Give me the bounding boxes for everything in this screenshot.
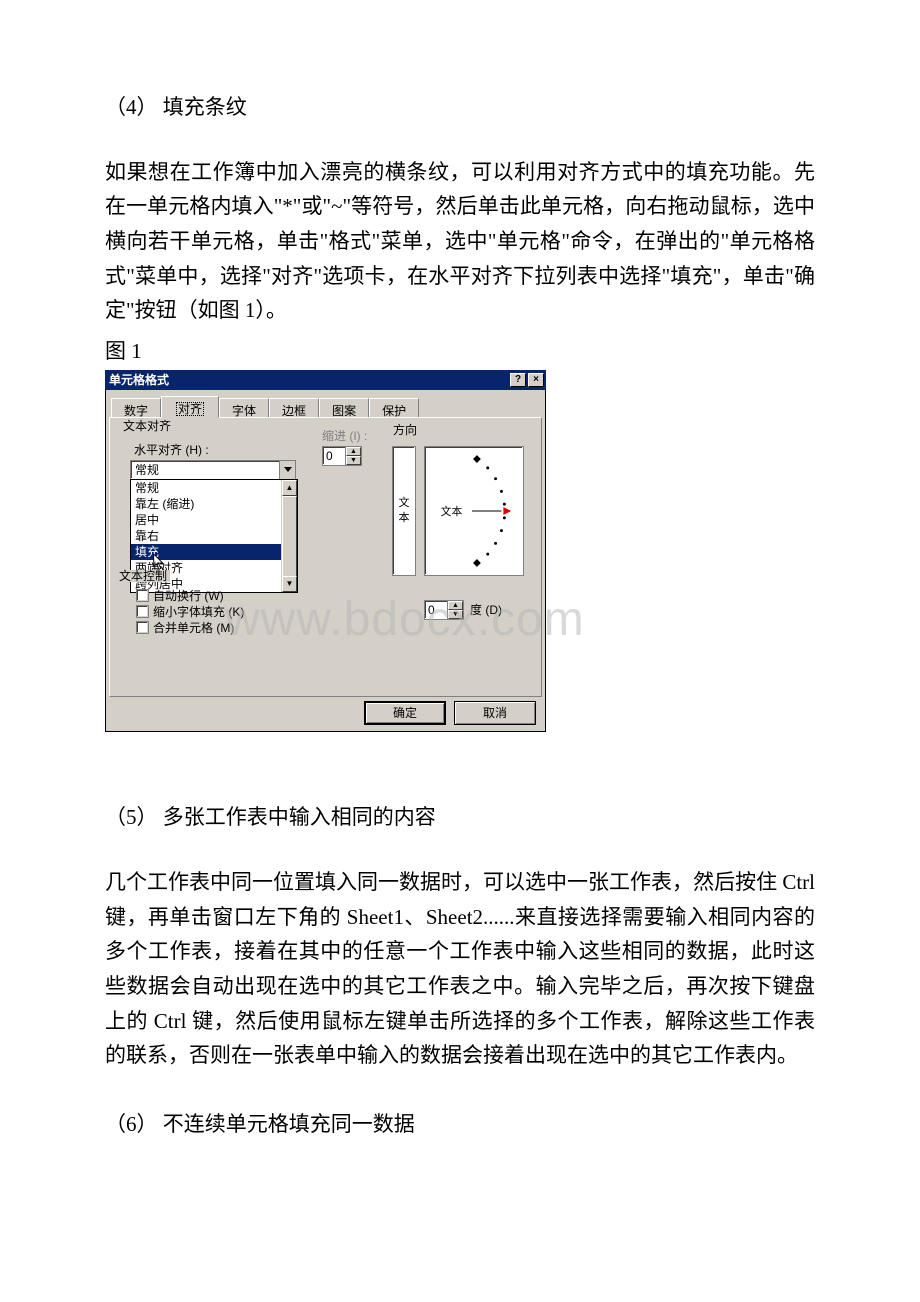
shrink-fit-checkbox[interactable]: 缩小字体填充 (K): [136, 605, 244, 618]
h-align-option-selected[interactable]: 填充: [131, 544, 281, 560]
h-align-combo[interactable]: 常规: [130, 460, 296, 480]
indent-label: 缩进 (I) :: [322, 430, 367, 442]
orientation-dial-svg: 文本: [425, 447, 523, 575]
dropdown-scrollbar[interactable]: ▲ ▼: [281, 480, 297, 592]
merge-cells-checkbox[interactable]: 合并单元格 (M): [136, 621, 244, 634]
spinner-up-button[interactable]: ▲: [448, 601, 463, 610]
scroll-up-button[interactable]: ▲: [282, 480, 297, 496]
degree-spinner[interactable]: 0 ▲ ▼: [424, 600, 464, 620]
section5-body: 几个工作表中同一位置填入同一数据时，可以选中一张工作表，然后按住 Ctrl 键，…: [105, 865, 815, 1073]
checkbox-icon: [136, 605, 149, 618]
dialog-titlebar: 单元格格式 ? ×: [105, 370, 546, 390]
cancel-button[interactable]: 取消: [454, 701, 536, 725]
scroll-thumb[interactable]: [282, 496, 297, 582]
align-tab-pane: 文本对齐 水平对齐 (H) : 常规 ▲ ▼: [109, 417, 542, 697]
h-align-option[interactable]: 常规: [131, 480, 281, 496]
section6-title: （6） 不连续单元格填充同一数据: [105, 1107, 815, 1142]
close-button[interactable]: ×: [528, 373, 544, 387]
spinner-down-button[interactable]: ▼: [346, 456, 361, 465]
h-align-option[interactable]: 靠右: [131, 528, 281, 544]
h-align-value: 常规: [131, 461, 279, 479]
spinner-up-button[interactable]: ▲: [346, 447, 361, 456]
wrap-text-checkbox[interactable]: 自动换行 (W): [136, 589, 244, 602]
help-button[interactable]: ?: [510, 373, 526, 387]
checkbox-icon: [136, 621, 149, 634]
vertical-text-char: 本: [399, 511, 410, 526]
text-align-group-label: 文本对齐: [120, 420, 174, 432]
h-align-option[interactable]: 靠左 (缩进): [131, 496, 281, 512]
tab-border[interactable]: 边框: [269, 398, 319, 418]
degree-label: 度 (D): [470, 604, 502, 616]
tab-pattern[interactable]: 图案: [319, 398, 369, 418]
direction-group: 方向 文 本: [382, 432, 534, 628]
spinner-down-button[interactable]: ▼: [448, 610, 463, 619]
indent-value: 0: [323, 447, 345, 465]
checkbox-icon: [136, 589, 149, 602]
dir-h-text: 文本: [441, 505, 463, 518]
dialog-title: 单元格格式: [109, 374, 508, 386]
tab-font[interactable]: 字体: [219, 398, 269, 418]
cell-format-dialog: 单元格格式 ? × 数字 对齐 字体 边框 图案 保护 文本对齐 水平对齐 (H…: [105, 370, 546, 732]
tab-strip: 数字 对齐 字体 边框 图案 保护: [111, 396, 542, 418]
h-align-option[interactable]: 居中: [131, 512, 281, 528]
direction-group-label: 方向: [390, 424, 420, 436]
h-align-label: 水平对齐 (H) :: [134, 444, 342, 456]
degree-value: 0: [425, 601, 447, 619]
section4-title: （4） 填充条纹: [105, 90, 815, 125]
ok-button[interactable]: 确定: [364, 701, 446, 725]
tab-number[interactable]: 数字: [111, 398, 161, 418]
scroll-down-button[interactable]: ▼: [282, 576, 297, 592]
tab-align[interactable]: 对齐: [161, 396, 219, 418]
dialog-figure: 单元格格式 ? × 数字 对齐 字体 边框 图案 保护 文本对齐 水平对齐 (H…: [105, 370, 815, 732]
indent-control: 缩进 (I) : 0 ▲ ▼: [322, 430, 367, 466]
vertical-text-char: 文: [399, 496, 410, 511]
indent-spinner[interactable]: 0 ▲ ▼: [322, 446, 362, 466]
section4-body: 如果想在工作簿中加入漂亮的横条纹，可以利用对齐方式中的填充功能。先在一单元格内填…: [105, 155, 815, 328]
section5-title: （5） 多张工作表中输入相同的内容: [105, 800, 815, 835]
vertical-text-box[interactable]: 文 本: [392, 446, 416, 576]
text-control-group-label: 文本控制: [116, 570, 170, 582]
chevron-down-icon: [284, 467, 292, 473]
figure-1-label: 图 1: [105, 334, 815, 369]
combo-dropdown-button[interactable]: [279, 461, 295, 479]
tab-protect[interactable]: 保护: [369, 398, 419, 418]
orientation-dial[interactable]: 文本: [424, 446, 524, 576]
